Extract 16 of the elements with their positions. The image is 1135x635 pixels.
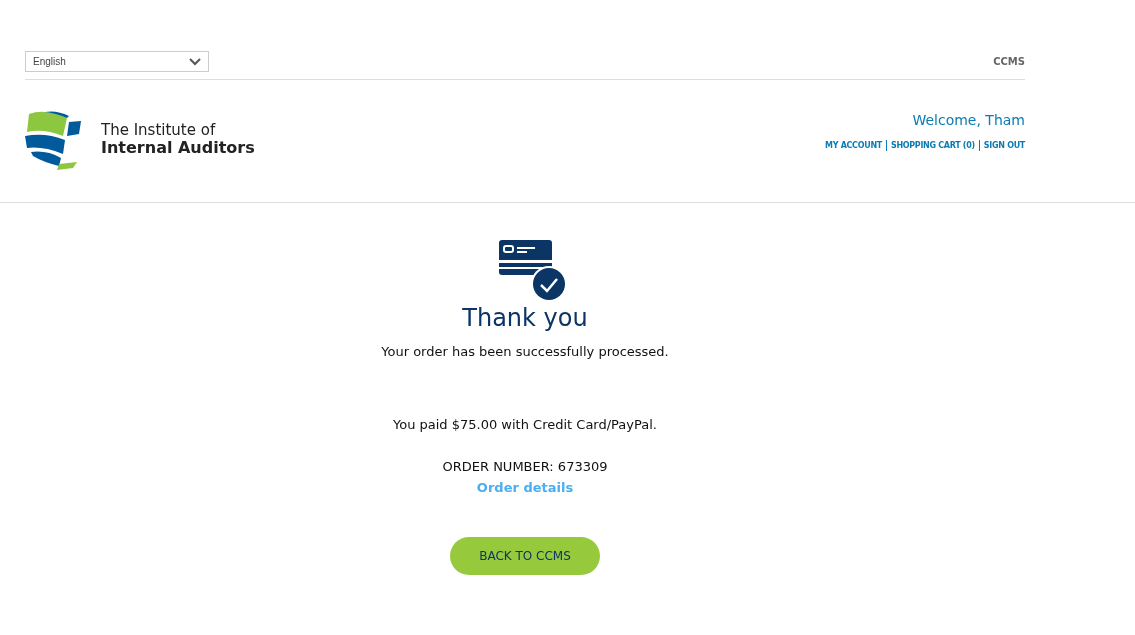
logo-text: Internal Auditors [101,139,255,158]
account-link[interactable]: MY ACCOUNT [821,140,886,151]
account-link[interactable]: SIGN OUT [978,140,1025,151]
ccms-link[interactable]: CCMS [993,56,1025,67]
account-link[interactable]: SHOPPING CART (0) [885,140,979,151]
order-details-link[interactable]: Order details [476,480,574,495]
credit-card-check-icon [499,240,567,302]
order-number: ORDER NUMBER: 673309 [442,459,608,474]
back-button[interactable]: BACK TO CCMS [450,537,600,575]
success-message: Your order has been successfully processed. [381,344,669,359]
thank-you-heading: Thank you [462,304,588,332]
payment-text: You paid $75.00 with Credit Card/PayPal. [393,417,657,432]
logo-text: The Institute of [101,122,217,140]
welcome-text: Welcome, Tham [912,112,1025,128]
chevron-down-icon [189,57,201,66]
language-select[interactable]: English [25,51,209,72]
